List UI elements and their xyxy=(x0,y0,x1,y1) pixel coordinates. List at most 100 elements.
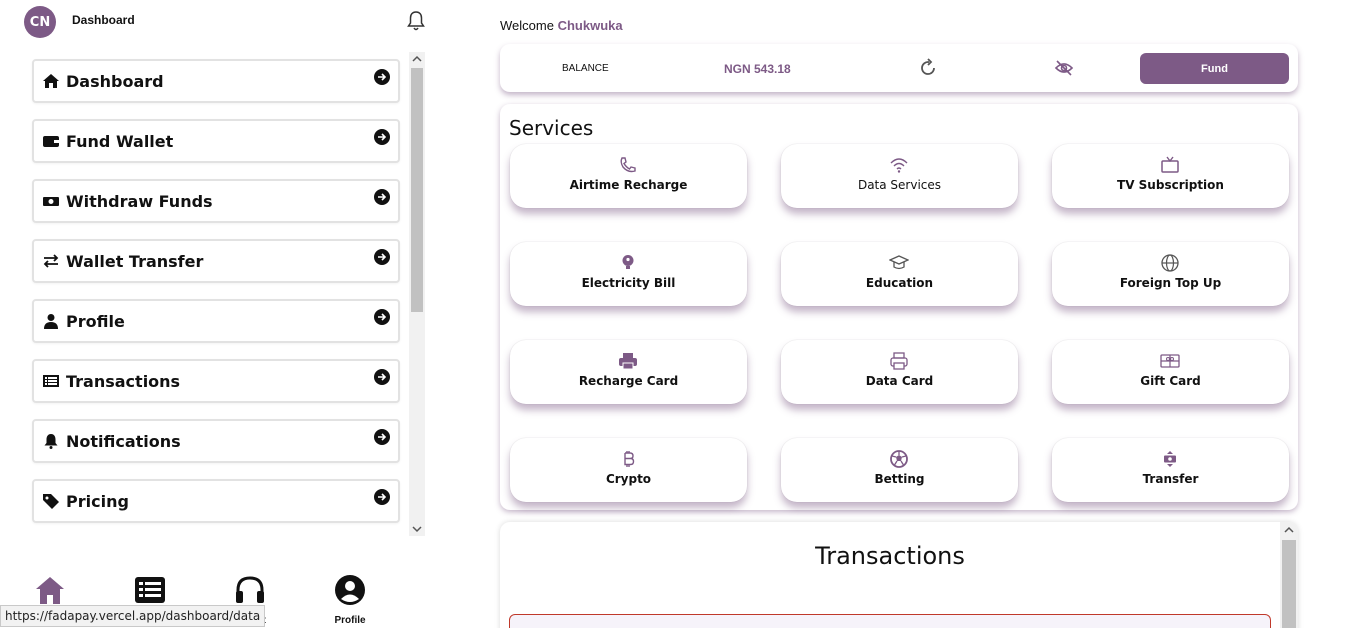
bulb-icon xyxy=(622,255,634,269)
transfer-arrows-icon xyxy=(43,254,59,268)
wifi-icon xyxy=(890,158,908,173)
service-label: Data Services xyxy=(857,178,942,192)
transactions-title: Transactions xyxy=(815,542,965,570)
sidebar-item-label: Profile xyxy=(66,312,125,331)
bell-icon[interactable] xyxy=(406,10,426,32)
welcome-message: Welcome Chukwuka xyxy=(500,18,623,33)
arrow-right-icon xyxy=(374,189,390,205)
sidebar-item-label: Notifications xyxy=(66,432,181,451)
user-icon xyxy=(44,314,58,329)
bell-icon xyxy=(44,434,58,449)
service-betting[interactable]: Betting xyxy=(781,438,1018,502)
service-label: Crypto xyxy=(605,472,652,486)
service-label: Betting xyxy=(874,472,925,486)
service-transfer[interactable]: Transfer xyxy=(1052,438,1289,502)
list-icon xyxy=(135,577,165,603)
service-tv-subscription[interactable]: TV Subscription xyxy=(1052,144,1289,208)
arrow-right-icon xyxy=(374,69,390,85)
sidebar-item-transactions[interactable]: Transactions xyxy=(32,359,400,403)
service-education[interactable]: Education xyxy=(781,242,1018,306)
service-airtime-recharge[interactable]: Airtime Recharge xyxy=(510,144,747,208)
service-crypto[interactable]: Crypto xyxy=(510,438,747,502)
sidebar-item-notifications[interactable]: Notifications xyxy=(32,419,400,463)
services-title: Services xyxy=(509,116,594,140)
transactions-scrollbar[interactable] xyxy=(1280,522,1298,628)
scrollbar-thumb[interactable] xyxy=(1282,540,1296,628)
arrow-right-icon xyxy=(374,429,390,445)
house-icon xyxy=(36,577,64,604)
service-foreign-top-up[interactable]: Foreign Top Up xyxy=(1052,242,1289,306)
sidebar-item-fund-wallet[interactable]: Fund Wallet xyxy=(32,119,400,163)
service-label: Airtime Recharge xyxy=(569,178,688,192)
service-electricity-bill[interactable]: Electricity Bill xyxy=(510,242,747,306)
bottom-nav-profile-label: Profile xyxy=(334,615,366,626)
arrow-right-icon xyxy=(374,489,390,505)
user-circle-icon xyxy=(335,575,365,605)
fund-button[interactable]: Fund xyxy=(1140,53,1289,84)
football-icon xyxy=(890,450,908,468)
money-icon xyxy=(43,197,59,206)
service-label: Transfer xyxy=(1142,472,1199,486)
chevron-up-icon[interactable] xyxy=(1284,525,1294,535)
arrow-right-icon xyxy=(374,129,390,145)
graduation-cap-icon xyxy=(889,255,909,270)
balance-label: BALANCE xyxy=(562,63,609,74)
service-data-services[interactable]: Data Services xyxy=(781,144,1018,208)
gift-card-icon xyxy=(1160,354,1180,368)
phone-icon xyxy=(620,157,636,173)
sidebar-item-wallet-transfer[interactable]: Wallet Transfer xyxy=(32,239,400,283)
service-label: Foreign Top Up xyxy=(1119,276,1222,290)
arrow-right-icon xyxy=(374,309,390,325)
sidebar-item-label: Wallet Transfer xyxy=(66,252,204,271)
bitcoin-icon xyxy=(624,451,635,467)
printer-icon xyxy=(890,352,908,370)
transfer-icon xyxy=(1164,451,1176,467)
arrow-right-icon xyxy=(374,369,390,385)
bottom-nav-profile[interactable]: Profile xyxy=(320,574,380,626)
sidebar-item-pricing[interactable]: Pricing xyxy=(32,479,400,523)
chevron-up-icon[interactable] xyxy=(412,54,422,64)
sidebar-scrollbar[interactable] xyxy=(409,52,425,536)
status-bar-url: https://fadapay.vercel.app/dashboard/dat… xyxy=(0,605,266,627)
service-recharge-card[interactable]: Recharge Card xyxy=(510,340,747,404)
sidebar-item-label: Transactions xyxy=(66,372,181,391)
tag-icon xyxy=(43,494,59,509)
service-label: Data Card xyxy=(865,374,934,388)
balance-card: BALANCE NGN 543.18 Fund xyxy=(500,44,1298,92)
top-header: CN Dashboard xyxy=(0,0,440,44)
service-label: Education xyxy=(865,276,934,290)
house-icon xyxy=(43,74,59,88)
printer-filled-icon xyxy=(619,353,637,370)
service-gift-card[interactable]: Gift Card xyxy=(1052,340,1289,404)
transactions-list xyxy=(509,614,1271,628)
sidebar-item-dashboard[interactable]: Dashboard xyxy=(32,59,400,103)
eye-slash-icon[interactable] xyxy=(1054,58,1074,78)
sidebar-item-label: Dashboard xyxy=(66,72,164,91)
welcome-prefix: Welcome xyxy=(500,18,554,33)
tv-icon xyxy=(1161,156,1179,173)
service-label: TV Subscription xyxy=(1117,178,1224,192)
balance-value: NGN 543.18 xyxy=(724,62,791,76)
globe-icon xyxy=(1161,254,1179,272)
arrow-right-icon xyxy=(374,249,390,265)
service-label: Gift Card xyxy=(1140,374,1201,388)
service-label: Electricity Bill xyxy=(581,276,676,290)
welcome-name: Chukwuka xyxy=(557,18,623,33)
sidebar: Dashboard Fund Wallet Withdraw Funds Wal… xyxy=(20,52,426,536)
sidebar-item-profile[interactable]: Profile xyxy=(32,299,400,343)
services-card: Services Airtime Recharge Data Services … xyxy=(500,104,1298,510)
transactions-card: Transactions xyxy=(500,522,1298,628)
service-data-card[interactable]: Data Card xyxy=(781,340,1018,404)
list-icon xyxy=(43,375,59,387)
sidebar-item-label: Withdraw Funds xyxy=(66,192,213,211)
headset-icon xyxy=(236,576,264,603)
service-label: Recharge Card xyxy=(578,374,679,388)
wallet-icon xyxy=(43,136,59,147)
refresh-icon[interactable] xyxy=(918,58,938,78)
chevron-down-icon[interactable] xyxy=(412,524,422,534)
avatar[interactable]: CN xyxy=(24,6,56,38)
header-title: Dashboard xyxy=(72,13,135,27)
scrollbar-thumb[interactable] xyxy=(411,68,423,312)
sidebar-item-label: Pricing xyxy=(66,492,129,511)
sidebar-item-withdraw-funds[interactable]: Withdraw Funds xyxy=(32,179,400,223)
